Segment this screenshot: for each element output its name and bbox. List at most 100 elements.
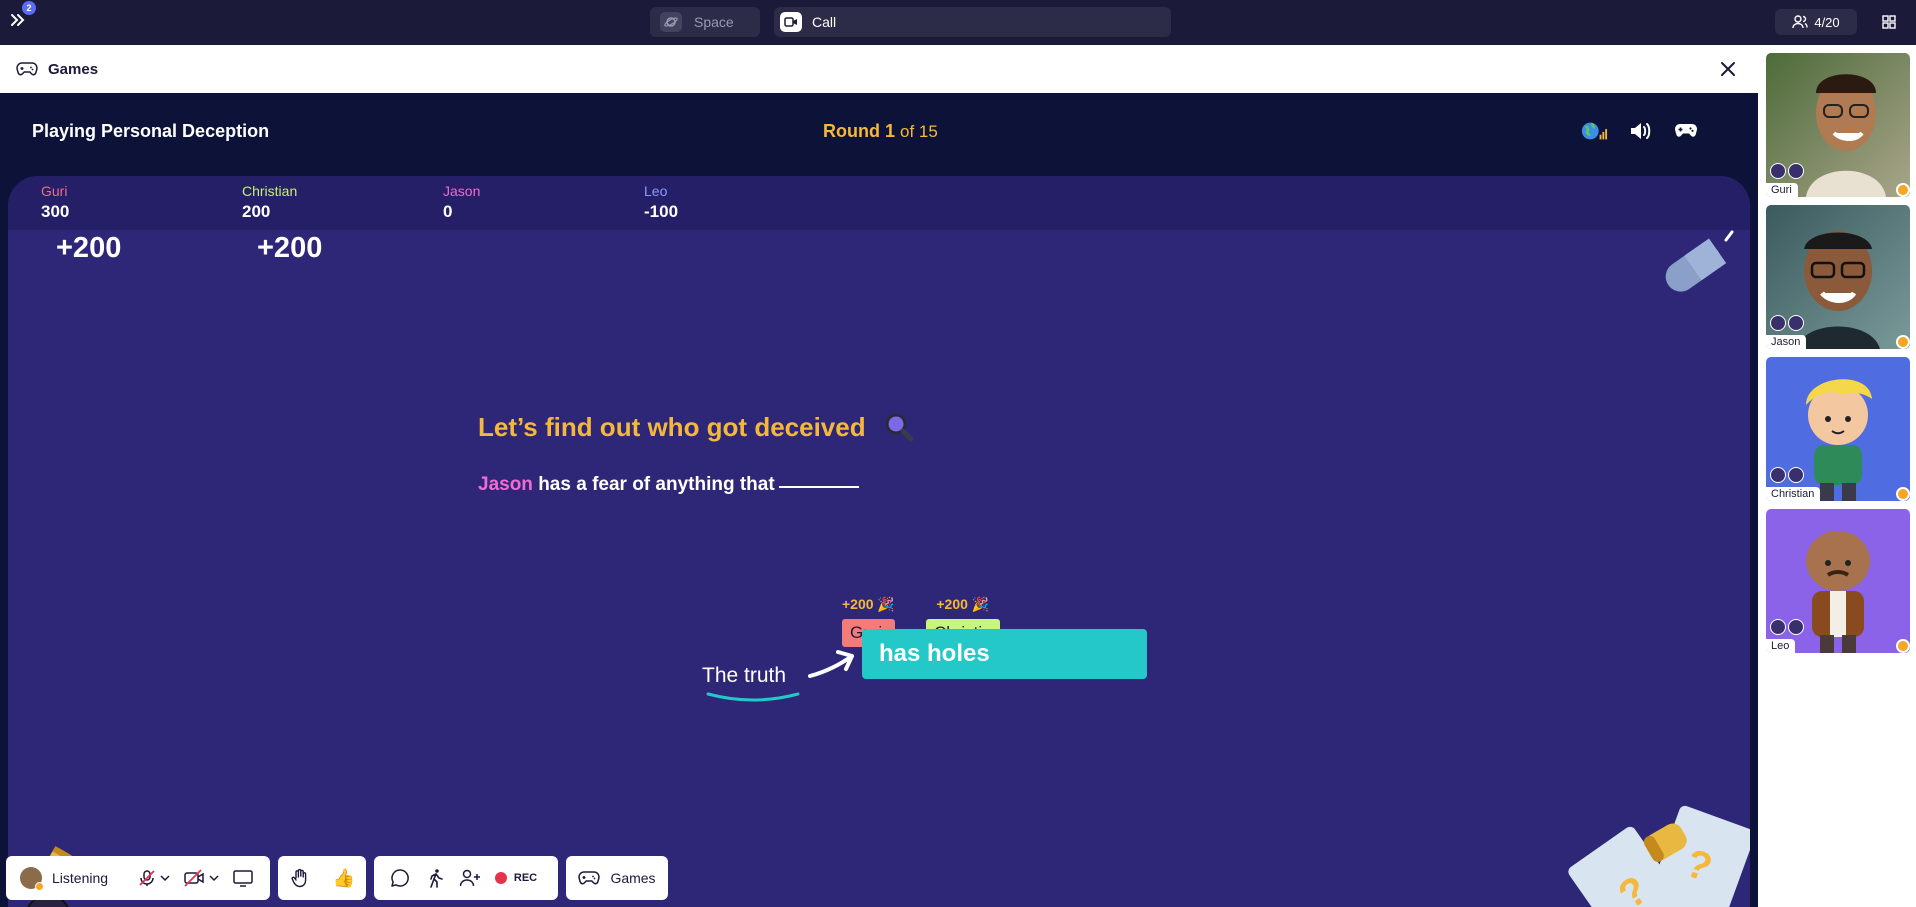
answer-card: has holes <box>862 629 1147 679</box>
call-tab-label: Call <box>812 14 837 30</box>
invite-button[interactable] <box>452 856 488 900</box>
round-prefix: Round <box>823 121 880 141</box>
prompt-player-name: Jason <box>478 474 533 495</box>
reaction-controls: 👍 <box>278 856 366 900</box>
score-guri: Guri 300 <box>41 183 69 222</box>
microphone-off-icon <box>1770 467 1786 483</box>
player-points: 300 <box>41 202 70 221</box>
media-controls: Listening <box>6 856 270 900</box>
space-tab[interactable]: Space <box>650 7 760 37</box>
record-button[interactable]: REC <box>488 856 544 900</box>
game-menu-button[interactable] <box>1672 117 1700 145</box>
prompt-text: has a fear of anything that <box>538 474 775 495</box>
video-tile-jason[interactable]: Jason <box>1766 205 1910 349</box>
screen-share-button[interactable] <box>226 856 260 900</box>
participant-name: Jason <box>1766 335 1807 349</box>
player-name: Guri <box>41 183 68 199</box>
game-topbar: Playing Personal Deception Round 1 of 15 <box>0 93 1758 169</box>
score-christian: Christian 200 <box>242 183 297 222</box>
microphone-off-icon <box>139 870 155 886</box>
round-headline: Let’s find out who got deceived <box>478 412 866 442</box>
arrow-icon <box>808 650 854 678</box>
video-tile-christian[interactable]: Christian <box>1766 357 1910 501</box>
pill-capsule-decoration <box>1665 230 1734 292</box>
score-delta-christian: +200 <box>257 232 323 264</box>
participants-count: 4/20 <box>1814 14 1840 30</box>
close-games-button[interactable] <box>1716 57 1740 81</box>
vote-bonus: +200 🎉 <box>936 596 990 612</box>
call-tab[interactable]: Call <box>774 7 1171 37</box>
raise-hand-button[interactable] <box>278 856 322 900</box>
player-points: -100 <box>644 202 679 221</box>
prompt-blank <box>778 486 859 488</box>
move-button[interactable] <box>420 856 452 900</box>
player-name: Leo <box>644 183 668 199</box>
video-camera-icon <box>780 12 802 32</box>
microphone-off-icon <box>1770 619 1786 635</box>
record-icon <box>494 872 507 884</box>
game-title: Playing Personal Deception <box>32 121 270 141</box>
muted-indicators <box>1770 619 1804 635</box>
apps-grid-button[interactable] <box>1878 11 1900 33</box>
status-dot <box>1896 639 1910 653</box>
status-dot <box>1896 487 1910 501</box>
microphone-toggle[interactable] <box>132 856 176 900</box>
status-label: Listening <box>52 870 109 886</box>
status-dot <box>1896 183 1910 197</box>
reaction-button[interactable]: 👍 <box>322 856 366 900</box>
vote-bonus: +200 🎉 <box>842 596 895 612</box>
top-bar: 2 Space Call 4/20 <box>0 0 1916 45</box>
connection-button[interactable] <box>1580 117 1608 145</box>
chat-bubble-icon <box>391 869 409 887</box>
sound-button[interactable] <box>1626 117 1654 145</box>
close-icon <box>1721 62 1735 76</box>
video-tile-guri[interactable]: Guri <box>1766 53 1910 197</box>
game-area: Playing Personal Deception Round 1 of 15… <box>0 93 1758 907</box>
space-tab-label: Space <box>694 14 734 30</box>
player-name: Christian <box>242 183 298 199</box>
participant-name: Guri <box>1766 183 1798 197</box>
camera-toggle[interactable] <box>176 856 226 900</box>
games-button[interactable]: Games <box>566 856 668 900</box>
score-jason: Jason 0 <box>443 183 480 222</box>
game-controls <box>1580 117 1700 145</box>
games-panel-header: Games <box>0 45 1758 93</box>
player-name: Jason <box>443 183 481 199</box>
status-dot <box>1896 335 1910 349</box>
player-points: 200 <box>242 202 271 221</box>
chevron-down-icon <box>209 875 219 882</box>
gamepad-icon <box>578 871 601 885</box>
magnifying-glass-icon <box>885 413 914 442</box>
game-board: Guri 300 Christian 200 Jason 0 Leo -100 … <box>8 176 1750 907</box>
games-button-label: Games <box>610 870 656 886</box>
record-label: REC <box>513 872 538 884</box>
player-points: 0 <box>443 202 453 221</box>
chevron-down-icon <box>160 875 170 882</box>
participant-name: Leo <box>1766 639 1796 653</box>
score-delta-guri: +200 <box>56 232 122 264</box>
monitor-icon <box>233 870 253 887</box>
video-tile-leo[interactable]: Leo <box>1766 509 1910 653</box>
score-leo: Leo -100 <box>644 183 678 222</box>
scoreboard: Guri 300 Christian 200 Jason 0 Leo -100 <box>8 176 1750 230</box>
add-user-icon <box>459 869 480 887</box>
muted-indicators <box>1770 163 1804 179</box>
gamepad-icon <box>1675 124 1697 137</box>
camera-off-icon <box>1788 619 1804 635</box>
hand-icon <box>291 868 307 888</box>
action-controls: REC <box>374 856 558 900</box>
participant-name: Christian <box>1766 487 1821 501</box>
microphone-off-icon <box>1770 163 1786 179</box>
camera-off-icon <box>184 869 204 887</box>
gamepad-icon <box>16 62 38 76</box>
participants-button[interactable]: 4/20 <box>1775 9 1857 35</box>
status-button[interactable]: Listening <box>6 856 132 900</box>
round-indicator: Round 1 of 15 <box>823 121 938 142</box>
chat-button[interactable] <box>380 856 420 900</box>
games-button-inner[interactable]: Games <box>566 856 668 900</box>
notification-badge: 2 <box>22 1 36 15</box>
muted-indicators <box>1770 315 1804 331</box>
truth-label: The truth <box>702 664 787 687</box>
planet-icon <box>660 12 682 32</box>
cards-decoration: ?? <box>1568 805 1750 907</box>
